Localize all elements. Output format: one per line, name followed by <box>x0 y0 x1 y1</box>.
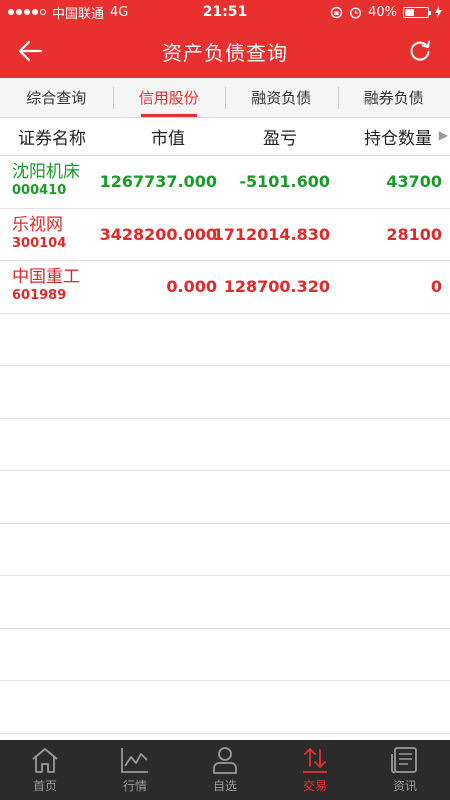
tab-summary-query[interactable]: 综合查询 <box>0 78 113 117</box>
security-name: 沈阳机床 <box>12 162 80 182</box>
column-header-quantity: 持仓数量 ▶ <box>336 124 450 149</box>
bottom-tab-trade[interactable]: 交易 <box>270 740 360 800</box>
nav-bar: 资产负债查询 <box>0 24 450 78</box>
tab-credit-shares[interactable]: 信用股份 <box>112 78 226 117</box>
empty-row <box>0 419 450 471</box>
security-name: 中国重工 <box>12 267 80 287</box>
bottom-tab-market[interactable]: 行情 <box>90 740 180 800</box>
empty-row <box>0 524 450 576</box>
bottom-tab-label: 首页 <box>32 779 57 793</box>
alarm-icon <box>350 6 362 19</box>
table-header: 证券名称 市值 盈亏 持仓数量 ▶ <box>0 118 450 156</box>
quantity: 28100 <box>386 224 442 244</box>
quantity: 43700 <box>386 172 442 191</box>
security-cell: 沈阳机床 000410 <box>12 162 80 200</box>
security-code: 300104 <box>12 235 67 251</box>
news-icon <box>391 747 417 774</box>
status-left: 中国联通 4G <box>8 3 128 22</box>
refresh-icon <box>410 40 430 61</box>
bottom-tab-home[interactable]: 首页 <box>0 740 90 800</box>
page-title: 资产负债查询 <box>162 40 288 65</box>
tab-label: 融资负债 <box>251 89 312 107</box>
bottom-tab-watchlist[interactable]: 自选 <box>180 740 270 800</box>
trade-icon <box>303 748 327 773</box>
security-cell: 乐视网 300104 <box>12 215 66 253</box>
market-value: 0.000 <box>166 277 217 296</box>
column-header-market-value: 市值 <box>151 129 185 149</box>
scroll-right-icon[interactable]: ▶ <box>439 128 448 142</box>
quantity: 0 <box>430 277 442 296</box>
empty-row <box>0 629 450 681</box>
tab-bar: 综合查询 信用股份 融资负债 融券负债 <box>0 78 450 118</box>
column-header-name: 证券名称 <box>18 129 86 149</box>
market-value: 3428200.000 <box>99 224 217 244</box>
profit-loss: 1712014.830 <box>212 224 330 244</box>
network-type: 4G <box>110 4 129 20</box>
rotation-lock-icon <box>330 6 343 18</box>
security-name: 乐视网 <box>12 214 63 235</box>
table-row[interactable]: 沈阳机床 000410 1267737.000 -5101.600 43700 <box>0 156 450 209</box>
chart-icon <box>121 748 148 773</box>
tab-label: 融券负债 <box>363 89 424 107</box>
holdings-list: 沈阳机床 000410 1267737.000 -5101.600 43700 … <box>0 156 450 734</box>
profit-loss: 128700.320 <box>223 277 330 296</box>
table-row[interactable]: 中国重工 601989 0.000 128700.320 0 <box>0 261 450 314</box>
tab-margin-debt[interactable]: 融资负债 <box>225 78 338 117</box>
tab-label: 信用股份 <box>138 89 199 107</box>
back-button[interactable] <box>14 36 46 66</box>
empty-row <box>0 314 450 366</box>
security-code: 000410 <box>12 183 67 198</box>
empty-row <box>0 366 450 419</box>
profit-loss: -5101.600 <box>239 172 330 191</box>
security-cell: 中国重工 601989 <box>12 267 80 305</box>
battery-percent: 40% <box>368 4 397 20</box>
column-header-profit-loss: 盈亏 <box>263 129 297 149</box>
status-right: 40% <box>330 5 442 20</box>
carrier: 中国联通 <box>52 6 105 22</box>
market-value: 1267737.000 <box>99 172 217 191</box>
table-row[interactable]: 乐视网 300104 3428200.000 1712014.830 28100 <box>0 209 450 261</box>
header: 中国联通 4G 21:51 40% 资产负债查询 <box>0 0 450 78</box>
empty-row <box>0 471 450 524</box>
bottom-tab-news[interactable]: 资讯 <box>360 740 450 800</box>
bottom-tab-label: 行情 <box>122 779 147 793</box>
charging-icon <box>435 6 442 18</box>
back-arrow-icon <box>18 40 43 62</box>
bottom-tab-bar: 首页 行情 自选 交易 资讯 <box>0 740 450 800</box>
bottom-tab-label: 交易 <box>302 779 327 793</box>
empty-row <box>0 576 450 629</box>
security-code: 601989 <box>12 288 67 303</box>
column-header-quantity-label: 持仓数量 <box>364 129 432 149</box>
battery-icon <box>403 6 431 18</box>
home-icon <box>32 748 58 773</box>
tab-short-debt[interactable]: 融券负债 <box>337 78 450 117</box>
status-bar: 中国联通 4G 21:51 40% <box>0 0 450 24</box>
refresh-button[interactable] <box>404 36 436 66</box>
tab-label: 综合查询 <box>26 89 87 107</box>
bottom-tab-label: 资讯 <box>392 779 417 793</box>
bottom-tab-label: 自选 <box>212 779 237 793</box>
person-icon <box>213 747 237 774</box>
clock: 21:51 <box>202 4 248 20</box>
empty-row <box>0 681 450 734</box>
signal-icon <box>8 9 46 15</box>
